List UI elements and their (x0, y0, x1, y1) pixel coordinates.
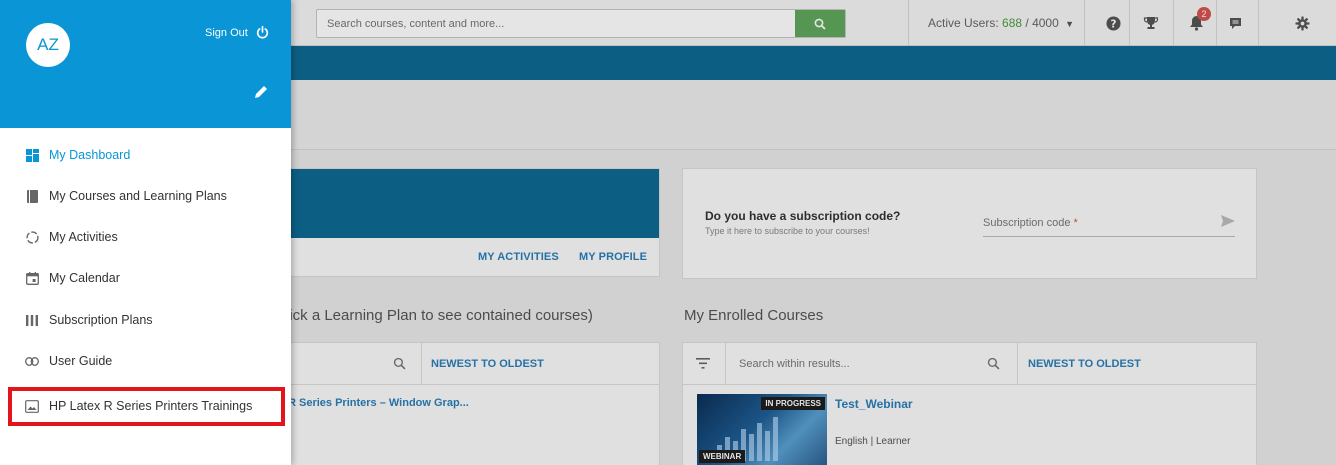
pencil-icon (255, 84, 269, 98)
user-panel: AZ Sign Out (0, 0, 291, 128)
link-icon (25, 354, 39, 368)
bars-icon (25, 313, 39, 327)
power-icon (256, 26, 268, 39)
menu-item-label: My Courses and Learning Plans (49, 189, 227, 203)
menu-item-hp-latex-trainings[interactable]: HP Latex R Series Printers Trainings (0, 388, 291, 424)
menu-item-my-calendar[interactable]: My Calendar (0, 260, 291, 296)
book-icon (25, 189, 39, 203)
activity-circle-icon (25, 230, 39, 244)
menu-item-my-courses[interactable]: My Courses and Learning Plans (0, 178, 291, 214)
sign-out-label: Sign Out (205, 26, 248, 39)
menu-item-label: User Guide (49, 354, 113, 368)
menu-item-label: My Dashboard (49, 148, 131, 162)
dashboard-icon (25, 148, 39, 162)
menu-item-label: My Calendar (49, 271, 120, 285)
menu-item-label: HP Latex R Series Printers Trainings (49, 399, 253, 413)
menu-item-label: Subscription Plans (49, 313, 153, 327)
side-menu: AZ Sign Out My Dashboard My Courses and … (0, 0, 291, 465)
menu-item-user-guide[interactable]: User Guide (0, 343, 291, 379)
sign-out-button[interactable]: Sign Out (205, 26, 269, 39)
menu-item-my-activities[interactable]: My Activities (0, 219, 291, 255)
menu-backdrop[interactable] (291, 0, 1336, 465)
image-icon (25, 399, 39, 413)
calendar-icon (25, 271, 39, 285)
menu-item-label: My Activities (49, 230, 118, 244)
menu-item-subscription-plans[interactable]: Subscription Plans (0, 302, 291, 338)
menu-item-my-dashboard[interactable]: My Dashboard (0, 137, 291, 173)
avatar[interactable]: AZ (26, 23, 70, 67)
edit-profile-button[interactable] (253, 84, 269, 105)
